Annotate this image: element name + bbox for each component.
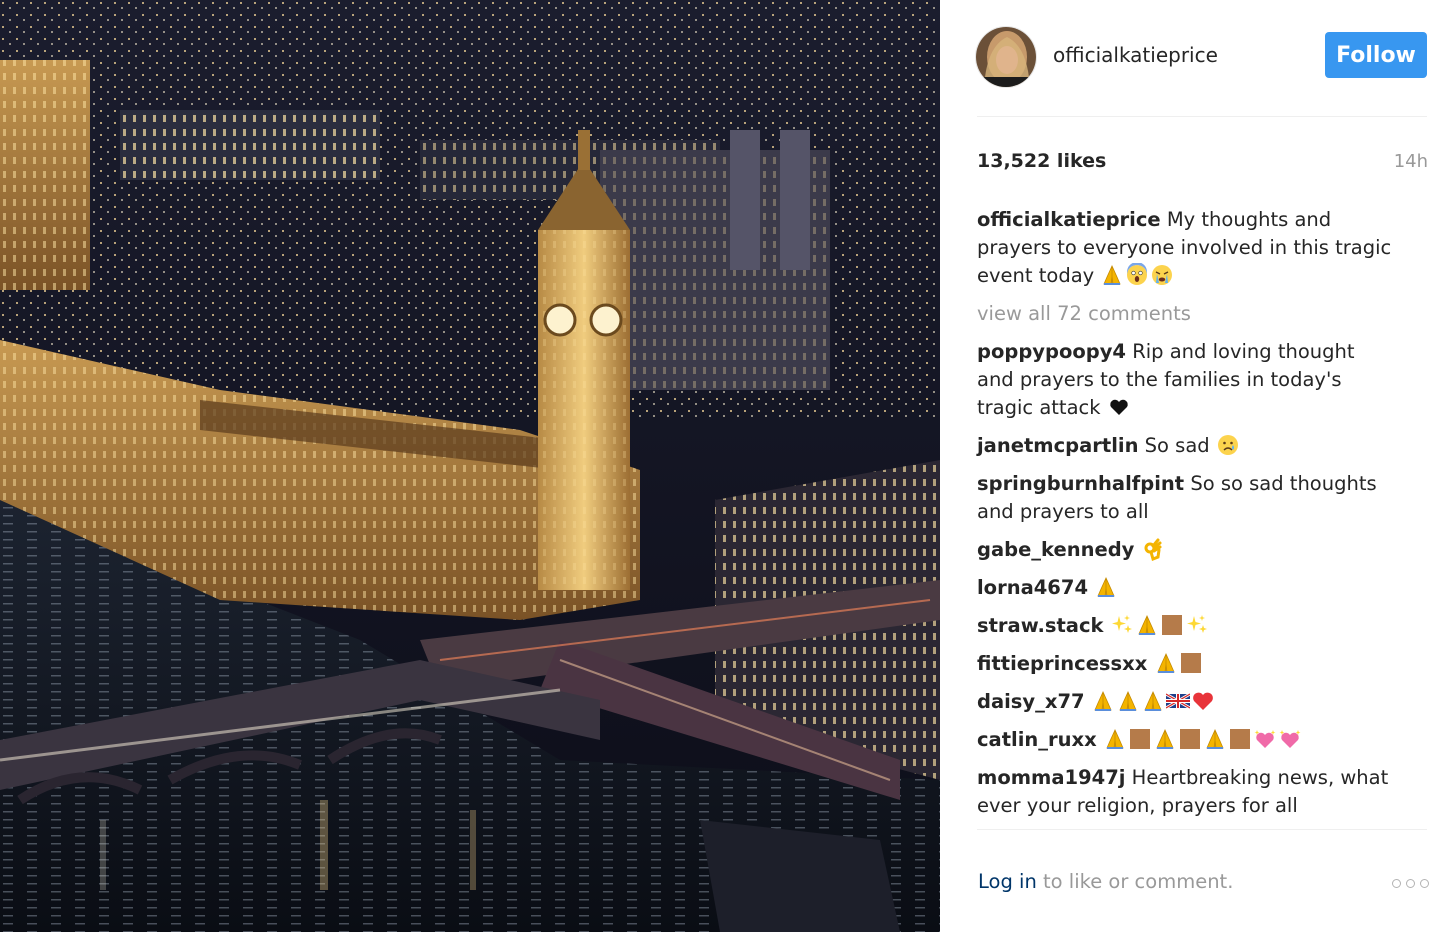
skin-tone-icon — [1161, 615, 1182, 635]
post-sidebar: officialkatieprice Follow 13,522 likes 1… — [940, 0, 1440, 932]
uk-flag-icon — [1165, 692, 1190, 710]
screaming-face-icon — [1127, 263, 1148, 285]
post-time: 14h — [1393, 151, 1428, 172]
sparkles-icon — [1186, 615, 1207, 633]
praying-hands-icon — [1119, 691, 1137, 711]
comment-username[interactable]: janetmcpartlin — [977, 434, 1138, 457]
post-photo[interactable] — [0, 0, 940, 932]
comment-item: catlin_ruxx — [977, 726, 1397, 754]
ok-hand-icon — [1144, 538, 1162, 561]
caption-emojis — [1100, 263, 1175, 287]
login-prompt-text: to like or comment. — [1036, 870, 1234, 893]
comment-username[interactable]: daisy_x77 — [977, 690, 1085, 713]
praying-hands-icon — [1106, 729, 1124, 749]
comment-username[interactable]: catlin_ruxx — [977, 728, 1097, 751]
skin-tone-icon — [1180, 653, 1201, 673]
comment-emojis — [1141, 538, 1166, 561]
black-heart-icon — [1110, 399, 1128, 415]
comment-username[interactable]: gabe_kennedy — [977, 538, 1134, 561]
comment-username[interactable]: straw.stack — [977, 614, 1104, 637]
post-header: officialkatieprice Follow — [975, 24, 1427, 88]
comment-item: daisy_x77 — [977, 688, 1397, 716]
comment-item: straw.stack — [977, 612, 1397, 640]
comment-username[interactable]: springburnhalfpint — [977, 472, 1184, 495]
red-heart-icon — [1192, 692, 1213, 710]
more-options-icon[interactable] — [1392, 876, 1430, 890]
comment-username[interactable]: lorna4674 — [977, 576, 1088, 599]
praying-hands-icon — [1156, 653, 1175, 673]
caption: officialkatieprice My thoughts and praye… — [977, 206, 1397, 290]
comment-item: poppypoopy4 Rip and loving thought and p… — [977, 338, 1397, 422]
comment-username[interactable]: poppypoopy4 — [977, 340, 1126, 363]
post-username[interactable]: officialkatieprice — [1053, 43, 1218, 67]
likes-count[interactable]: 13,522 likes — [977, 150, 1106, 172]
login-prompt: Log in to like or comment. — [978, 870, 1233, 893]
praying-hands-icon — [1103, 265, 1121, 285]
login-link[interactable]: Log in — [978, 870, 1037, 893]
praying-hands-icon — [1206, 729, 1224, 749]
comment-item: gabe_kennedy — [977, 536, 1397, 564]
praying-hands-icon — [1138, 615, 1156, 635]
skin-tone-icon — [1129, 729, 1150, 749]
divider — [977, 116, 1427, 117]
comment-username[interactable]: momma1947j — [977, 766, 1125, 789]
sparkling-heart-icon — [1279, 730, 1301, 748]
divider — [977, 829, 1427, 830]
praying-hands-icon — [1094, 691, 1112, 711]
comment-text: So sad — [1144, 434, 1210, 457]
comment-item: lorna4674 — [977, 574, 1397, 602]
comment-username[interactable]: fittieprincessxx — [977, 652, 1147, 675]
comment-item: janetmcpartlin So sad — [977, 432, 1397, 460]
comment-emojis — [1094, 576, 1119, 599]
comment-emojis — [1107, 396, 1132, 419]
comment-emojis — [1154, 652, 1204, 675]
praying-hands-icon — [1097, 577, 1115, 597]
caption-username[interactable]: officialkatieprice — [977, 208, 1161, 231]
comment-emojis — [1103, 728, 1303, 751]
follow-button[interactable]: Follow — [1325, 32, 1427, 78]
sparkling-heart-icon — [1254, 730, 1276, 748]
avatar[interactable] — [975, 26, 1037, 88]
skin-tone-icon — [1229, 729, 1250, 749]
praying-hands-icon — [1144, 691, 1162, 711]
comments-list: officialkatieprice My thoughts and praye… — [977, 206, 1397, 830]
skin-tone-icon — [1179, 729, 1200, 749]
westminster-night-image — [0, 0, 940, 932]
sad-face-icon — [1217, 435, 1238, 455]
praying-hands-icon — [1156, 729, 1174, 749]
comment-item: springburnhalfpint So so sad thoughts an… — [977, 470, 1397, 526]
view-all-comments-link[interactable]: view all 72 comments — [977, 300, 1397, 328]
comment-emojis — [1091, 690, 1216, 713]
crying-face-icon — [1152, 265, 1173, 285]
comment-emojis — [1216, 434, 1241, 457]
comment-emojis — [1110, 614, 1210, 637]
comment-item: fittieprincessxx — [977, 650, 1397, 678]
comment-item: momma1947j Heartbreaking news, what ever… — [977, 764, 1397, 820]
avatar-image — [976, 27, 1036, 87]
sparkles-icon — [1111, 615, 1132, 633]
